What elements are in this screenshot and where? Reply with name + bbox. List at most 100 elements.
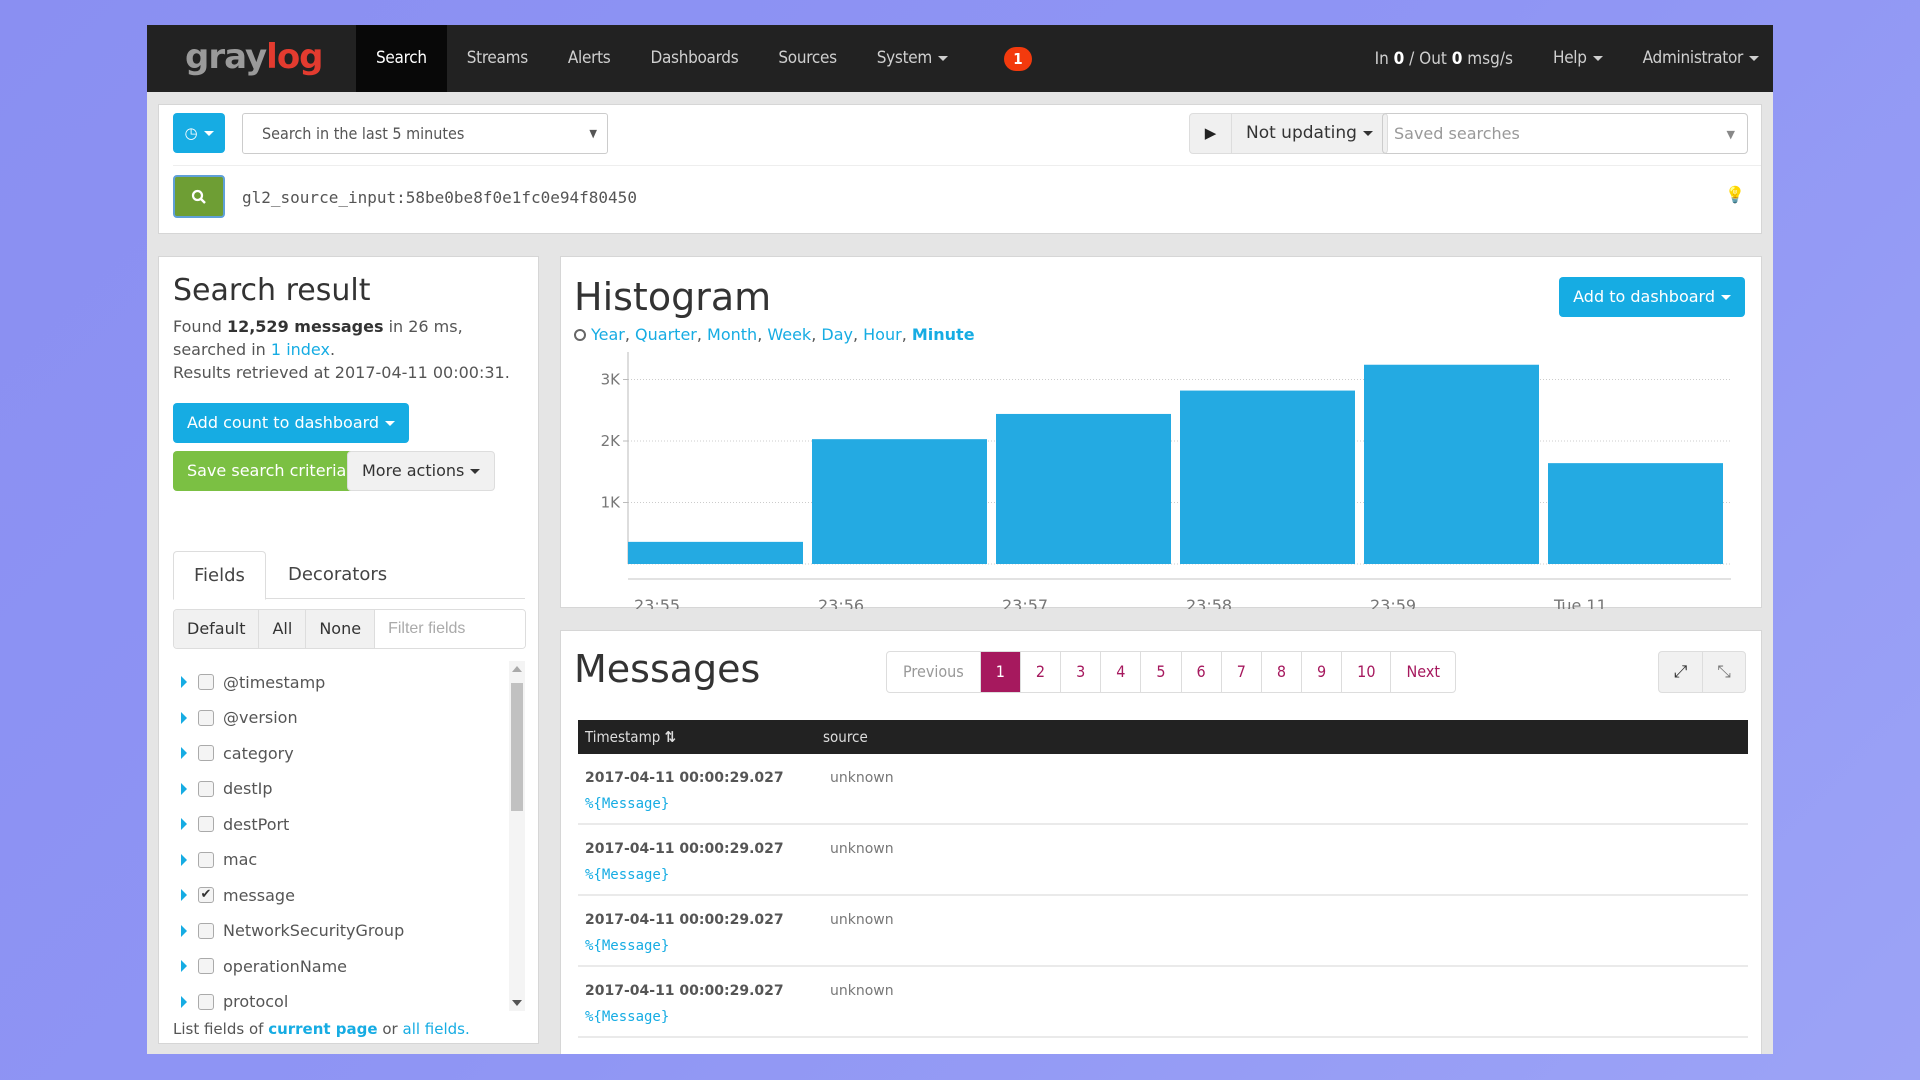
add-to-dashboard-button[interactable]: Add to dashboard (1559, 277, 1745, 317)
field-checkbox[interactable] (198, 709, 214, 726)
all-fields-link[interactable]: all fields. (403, 1020, 470, 1038)
field-name[interactable]: destIp (223, 779, 272, 798)
notification-badge[interactable]: 1 (1004, 47, 1032, 71)
nav-dashboards[interactable]: Dashboards (630, 25, 758, 92)
play-icon[interactable]: ▶ (1190, 114, 1232, 153)
field-checkbox[interactable] (198, 993, 214, 1010)
message-row[interactable]: 2017-04-11 00:00:29.027 unknown %{Message} (578, 825, 1748, 896)
resolution-week[interactable]: Week (767, 325, 811, 344)
resolution-hour[interactable]: Hour (863, 325, 902, 344)
field-name[interactable]: protocol (223, 992, 288, 1011)
resolution-year[interactable]: Year (591, 325, 625, 344)
field-name[interactable]: destPort (223, 815, 289, 834)
field-name[interactable]: message (223, 886, 295, 905)
caret-down-icon (470, 469, 481, 474)
histogram-bar (812, 439, 987, 564)
field-checkbox[interactable] (198, 780, 214, 797)
column-timestamp[interactable]: Timestamp ⇅ (578, 728, 823, 746)
all-fields-button[interactable]: All (259, 610, 307, 648)
logo-text-gray: gray (185, 37, 267, 77)
pager-page-3[interactable]: 3 (1061, 652, 1102, 692)
tab-fields[interactable]: Fields (173, 551, 266, 600)
pager-page-2[interactable]: 2 (1021, 652, 1062, 692)
expand-triangle-icon[interactable] (181, 995, 187, 1008)
field-checkbox[interactable]: ✔ (198, 887, 214, 903)
search-button[interactable] (173, 175, 225, 218)
more-actions-button[interactable]: More actions (347, 451, 496, 491)
column-source[interactable]: source (823, 728, 868, 746)
pager-page-6[interactable]: 6 (1182, 652, 1222, 692)
sort-icon[interactable]: ⇅ (665, 728, 676, 746)
scroll-down-arrow-icon[interactable] (512, 1000, 522, 1006)
nav-system[interactable]: System (857, 25, 968, 92)
filter-fields-input[interactable] (375, 610, 526, 648)
field-name[interactable]: @timestamp (223, 673, 325, 692)
nav-streams[interactable]: Streams (447, 25, 548, 92)
pager-page-5[interactable]: 5 (1141, 652, 1182, 692)
expand-triangle-icon[interactable] (181, 747, 187, 759)
field-checkbox[interactable] (198, 816, 214, 832)
field-name[interactable]: operationName (223, 957, 347, 976)
expand-triangle-icon[interactable] (181, 889, 187, 901)
saved-searches-select[interactable]: Saved searches ▼ (1382, 113, 1748, 154)
field-name[interactable]: NetworkSecurityGroup (223, 921, 404, 940)
search-bar-panel: ◷ Search in the last 5 minutes ▼ ▶ Not u… (158, 104, 1762, 234)
time-range-type-button[interactable]: ◷ (173, 113, 225, 153)
pager-page-1[interactable]: 1 (980, 652, 1021, 692)
time-range-select[interactable]: Search in the last 5 minutes ▼ (242, 113, 608, 154)
add-count-to-dashboard-button[interactable]: Add count to dashboard (173, 403, 410, 443)
refresh-interval-dropdown[interactable]: Not updating (1232, 114, 1387, 153)
pager-page-7[interactable]: 7 (1222, 652, 1262, 692)
nav-search[interactable]: Search (356, 25, 447, 92)
pager-page-8[interactable]: 8 (1262, 652, 1303, 692)
expand-triangle-icon[interactable] (181, 818, 187, 830)
message-row[interactable]: 2017-04-11 00:00:29.027 unknown %{Message} (578, 754, 1748, 825)
collapse-icon[interactable]: ⤡ (1702, 652, 1745, 692)
message-row[interactable]: 2017-04-11 00:00:29.027 unknown %{Message} (578, 967, 1748, 1038)
expand-triangle-icon[interactable] (181, 711, 187, 724)
save-search-label: Save search criteria (187, 461, 347, 480)
resolution-minute[interactable]: Minute (912, 325, 975, 344)
message-row[interactable]: 2017-04-11 00:00:29.027 unknown %{Message} (578, 896, 1748, 967)
pager-page-4[interactable]: 4 (1101, 652, 1142, 692)
current-page-link[interactable]: current page (268, 1020, 377, 1038)
resolution-day[interactable]: Day (821, 325, 853, 344)
pager-next[interactable]: Next (1391, 652, 1455, 692)
field-checkbox[interactable] (198, 674, 214, 690)
expand-triangle-icon[interactable] (181, 960, 187, 972)
field-checkbox[interactable] (198, 851, 214, 868)
fields-scrollbar[interactable] (509, 661, 525, 1011)
field-name[interactable]: @version (223, 708, 298, 727)
lightbulb-icon[interactable]: 💡 (1725, 185, 1745, 204)
field-name[interactable]: category (223, 744, 294, 763)
expand-triangle-icon[interactable] (181, 782, 187, 795)
tab-decorators[interactable]: Decorators (268, 551, 407, 599)
search-result-summary: Found 12,529 messages in 26 ms, searched… (173, 317, 510, 382)
scroll-up-arrow-icon[interactable] (512, 666, 522, 672)
retrieved-time: Results retrieved at 2017-04-11 00:00:31… (173, 363, 510, 382)
nav-alerts[interactable]: Alerts (548, 25, 631, 92)
expand-icon[interactable]: ⤢ (1659, 652, 1702, 692)
x-tick-label: 23:58 (1186, 596, 1232, 609)
index-link[interactable]: 1 index (271, 340, 330, 359)
nav-help[interactable]: Help (1553, 25, 1603, 92)
scroll-thumb[interactable] (511, 683, 523, 811)
field-checkbox[interactable] (198, 745, 214, 761)
pager-page-9[interactable]: 9 (1302, 652, 1343, 692)
nav-sources[interactable]: Sources (758, 25, 856, 92)
none-fields-button[interactable]: None (306, 610, 376, 648)
default-fields-button[interactable]: Default (174, 610, 260, 648)
expand-triangle-icon[interactable] (181, 853, 187, 866)
expand-triangle-icon[interactable] (181, 676, 187, 688)
resolution-quarter[interactable]: Quarter (635, 325, 697, 344)
save-search-criteria-button[interactable]: Save search criteria (173, 451, 361, 491)
expand-triangle-icon[interactable] (181, 924, 187, 937)
field-checkbox[interactable] (198, 958, 214, 974)
field-name[interactable]: mac (223, 850, 257, 869)
field-checkbox[interactable] (198, 922, 214, 939)
resolution-month[interactable]: Month (707, 325, 757, 344)
search-query-input[interactable] (242, 179, 1662, 215)
pager-page-10[interactable]: 10 (1342, 652, 1392, 692)
graylog-logo[interactable]: graylog (185, 37, 324, 77)
nav-user[interactable]: Administrator (1643, 25, 1759, 92)
